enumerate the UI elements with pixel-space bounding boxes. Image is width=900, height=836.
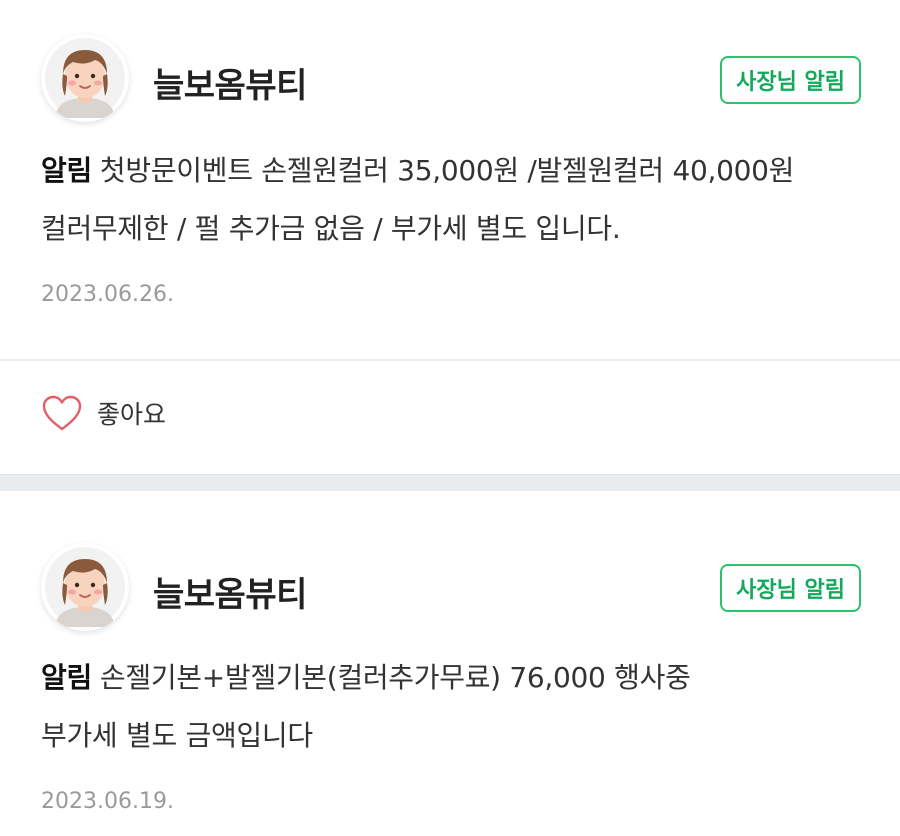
post-text: 알림 첫방문이벤트 손젤원컬러 35,000원 /발젤원컬러 40,000원 컬러…: [41, 142, 870, 258]
notice-tag: 알림: [41, 661, 92, 694]
avatar-illustration-icon: [45, 547, 125, 627]
notice-tag: 알림: [41, 154, 92, 187]
like-button[interactable]: 좋아요: [41, 394, 166, 432]
shop-avatar[interactable]: [41, 34, 129, 122]
post-line-2: 컬러무제한 / 펄 추가금 없음 / 부가세 별도 입니다.: [41, 212, 621, 245]
owner-notice-badge: 사장님 알림: [720, 564, 861, 612]
post-card: 늘보옴뷰티 사장님 알림 알림 첫방문이벤트 손젤원컬러 35,000원 /발젤원…: [0, 0, 900, 474]
like-label: 좋아요: [97, 400, 167, 429]
shop-name[interactable]: 늘보옴뷰티: [153, 58, 307, 107]
post-line-1: 알림 첫방문이벤트 손젤원컬러 35,000원 /발젤원컬러 40,000원: [41, 142, 870, 200]
post-line-2: 부가세 별도 금액입니다: [41, 719, 313, 752]
post-card: 늘보옴뷰티 사장님 알림 알림 손젤기본+발젤기본(컬러추가무료) 76,000 …: [0, 491, 900, 836]
section-separator: [0, 474, 900, 491]
post-line-1: 알림 손젤기본+발젤기본(컬러추가무료) 76,000 행사중: [41, 649, 870, 707]
post-line-1-text: 첫방문이벤트 손젤원컬러 35,000원 /발젤원컬러 40,000원: [99, 154, 795, 187]
shop-avatar[interactable]: [41, 543, 129, 631]
post-date: 2023.06.19.: [41, 789, 174, 814]
divider: [0, 359, 900, 361]
heart-outline-icon: [42, 395, 82, 431]
shop-name[interactable]: 늘보옴뷰티: [153, 567, 307, 616]
post-date: 2023.06.26.: [41, 282, 174, 307]
post-line-1-text: 손젤기본+발젤기본(컬러추가무료) 76,000 행사중: [99, 661, 691, 694]
avatar-illustration-icon: [45, 38, 125, 118]
post-text: 알림 손젤기본+발젤기본(컬러추가무료) 76,000 행사중 부가세 별도 금액…: [41, 649, 870, 765]
owner-notice-badge: 사장님 알림: [720, 56, 861, 104]
